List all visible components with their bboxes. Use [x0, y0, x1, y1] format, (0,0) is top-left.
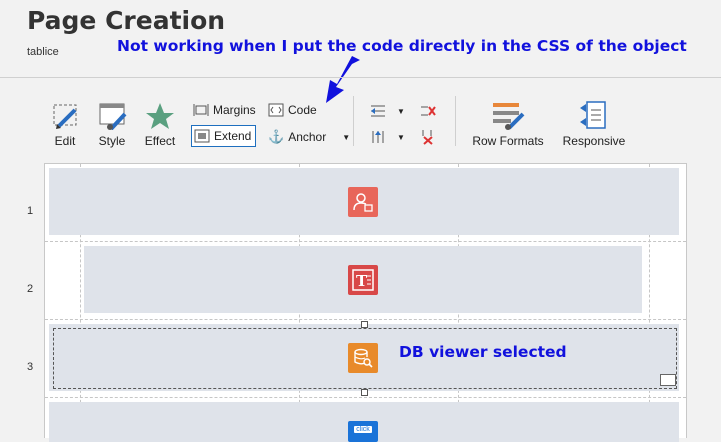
annotation-selection-note: DB viewer selected: [399, 343, 567, 361]
db-viewer-widget[interactable]: [348, 343, 378, 373]
row-2-container[interactable]: T: [84, 246, 642, 313]
responsive-button[interactable]: Responsive: [559, 100, 629, 148]
delete-row-button[interactable]: [419, 129, 437, 145]
page-grid: T click: [44, 163, 687, 442]
extend-button[interactable]: Extend: [191, 125, 257, 147]
anchor-button[interactable]: ⚓ Anchor ▼: [268, 129, 350, 145]
row-number: 2: [26, 283, 34, 295]
star-icon: [146, 103, 174, 129]
code-label: Code: [288, 103, 317, 117]
responsive-label: Responsive: [562, 134, 626, 148]
row-align-icon: [372, 131, 384, 143]
row-divider: [45, 319, 686, 320]
code-icon: [268, 103, 284, 117]
margins-button[interactable]: Margins: [193, 103, 256, 117]
toolbar-separator: [455, 96, 456, 146]
style-button[interactable]: Style: [93, 102, 131, 148]
row-align-button[interactable]: ▼: [369, 129, 405, 145]
style-label: Style: [98, 134, 126, 148]
row-align-dropdown-icon[interactable]: ▼: [397, 133, 405, 142]
style-icon: [99, 103, 127, 130]
user-lock-icon: [353, 193, 373, 212]
extend-icon: [194, 129, 210, 143]
row-formats-button[interactable]: Row Formats: [469, 100, 547, 148]
edit-icon: [53, 104, 77, 129]
effect-button[interactable]: Effect: [141, 102, 179, 148]
page-subtitle: tablice: [27, 46, 59, 58]
click-widget[interactable]: click: [348, 421, 378, 442]
anchor-label: Anchor: [288, 130, 327, 144]
user-lock-widget[interactable]: [348, 187, 378, 217]
page-title: Page Creation: [27, 6, 226, 35]
text-icon: T: [352, 269, 374, 291]
row-number: 3: [26, 361, 34, 373]
click-label: click: [354, 426, 372, 433]
delete-column-button[interactable]: [419, 103, 437, 119]
row-1-container[interactable]: [49, 168, 679, 235]
responsive-icon: [580, 101, 606, 129]
toolbar: Edit Style Effect Margins Code Extend ⚓ …: [35, 78, 721, 163]
extend-label: Extend: [214, 129, 252, 143]
code-button[interactable]: Code: [268, 103, 317, 117]
svg-text:T: T: [356, 272, 368, 290]
effect-label: Effect: [144, 134, 176, 148]
anchor-dropdown-icon[interactable]: ▼: [342, 133, 350, 142]
delete-column-icon: [421, 106, 436, 116]
code-badge-icon[interactable]: [660, 374, 676, 386]
row-divider: [45, 241, 686, 242]
annotation-top-note: Not working when I put the code directly…: [117, 37, 687, 55]
resize-handle-top[interactable]: [361, 321, 368, 328]
resize-handle-bottom[interactable]: [361, 389, 368, 396]
margins-label: Margins: [213, 103, 256, 117]
anchor-icon: ⚓: [268, 129, 285, 144]
toolbar-separator: [353, 96, 354, 146]
column-align-icon: [371, 105, 385, 117]
edit-label: Edit: [54, 134, 76, 148]
edit-button[interactable]: Edit: [49, 102, 81, 148]
column-align-dropdown-icon[interactable]: ▼: [397, 107, 405, 116]
margins-icon: [193, 104, 209, 116]
delete-row-icon: [422, 130, 433, 145]
row-formats-label: Row Formats: [472, 134, 544, 148]
row-number: 1: [26, 205, 34, 217]
row-formats-icon: [493, 103, 525, 130]
row-4-container[interactable]: click: [49, 402, 679, 442]
row-divider: [45, 397, 686, 398]
column-align-button[interactable]: ▼: [369, 103, 405, 119]
text-widget[interactable]: T: [348, 265, 378, 295]
db-viewer-icon: [354, 348, 373, 368]
